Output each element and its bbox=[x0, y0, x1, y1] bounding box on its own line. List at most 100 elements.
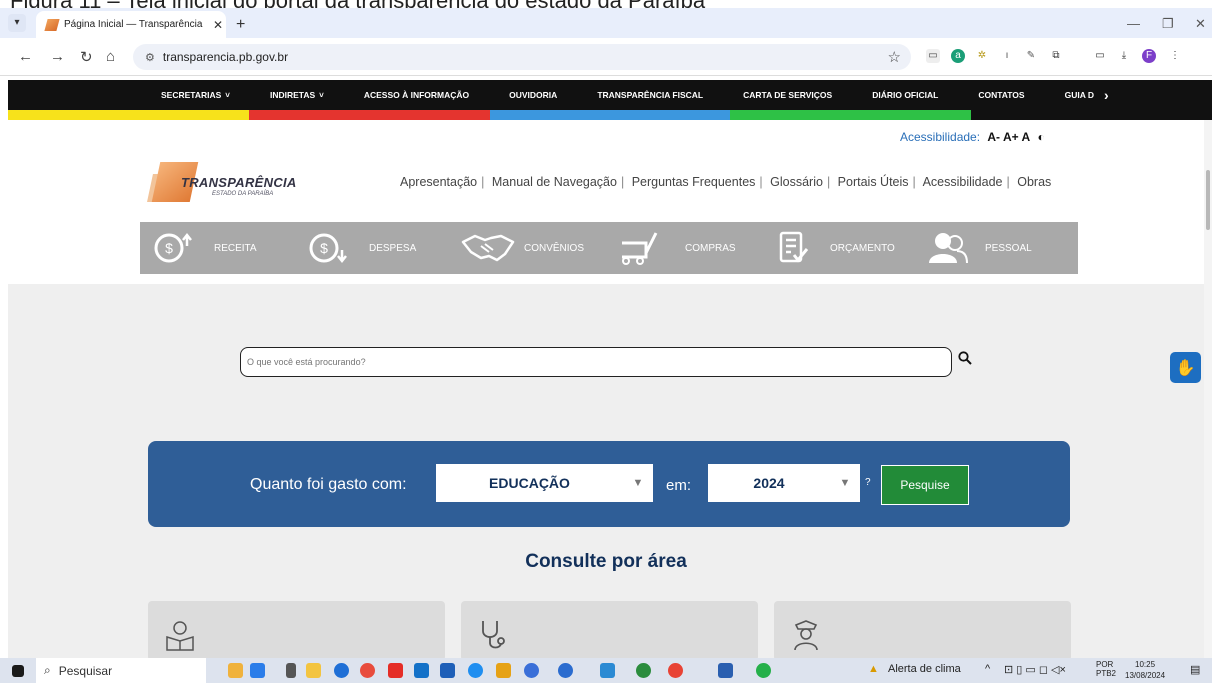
word-icon[interactable] bbox=[440, 663, 455, 678]
extension-green-icon[interactable]: a bbox=[951, 49, 965, 63]
tray-icons[interactable]: ⊡ ▯ ▭ ◻ ◁× bbox=[1004, 663, 1066, 676]
language-indicator[interactable]: POR PTB2 bbox=[1096, 660, 1116, 678]
extension-icon[interactable]: ▭ bbox=[926, 49, 940, 63]
address-bar-row: ← → ↻ ⌂ ⚙ transparencia.pb.gov.br ☆ ▭ a … bbox=[0, 38, 1212, 76]
font-size-controls[interactable]: A- A+ A bbox=[987, 130, 1030, 144]
taskbar-app-icon[interactable] bbox=[360, 663, 375, 678]
extensions-puzzle-icon[interactable]: ⧉ bbox=[1049, 49, 1063, 63]
tab-close-icon[interactable]: ✕ bbox=[210, 18, 226, 32]
money-up-icon: $ bbox=[150, 230, 196, 266]
category-despesa[interactable]: $ DESPESA bbox=[305, 230, 460, 266]
taskbar-clock[interactable]: 10:25 13/08/2024 bbox=[1125, 659, 1165, 681]
forward-icon[interactable]: → bbox=[50, 48, 65, 65]
nav-transparencia-fiscal[interactable]: TRANSPARÊNCIA FISCAL bbox=[597, 90, 703, 100]
link-manual[interactable]: Manual de Navegação bbox=[492, 175, 617, 189]
browser-menu-icon[interactable]: ⋮ bbox=[1168, 49, 1182, 63]
category-compras[interactable]: COMPRAS bbox=[615, 230, 770, 266]
weather-alert[interactable]: Alerta de clima bbox=[888, 663, 961, 675]
nav-diario-oficial[interactable]: DIÁRIO OFICIAL bbox=[872, 90, 938, 100]
windows-start-icon[interactable] bbox=[12, 665, 24, 677]
reload-icon[interactable]: ↻ bbox=[80, 48, 93, 66]
back-icon[interactable]: ← bbox=[18, 48, 33, 65]
bookmark-star-icon[interactable]: ☆ bbox=[888, 48, 901, 66]
site-info-icon[interactable]: ⚙ bbox=[145, 51, 155, 64]
nav-acesso-informacao[interactable]: ACESSO À INFORMAÇÃO bbox=[364, 90, 469, 100]
accessibility-label: Acessibilidade: bbox=[900, 130, 981, 144]
taskbar-app-icon[interactable] bbox=[558, 663, 573, 678]
new-tab-icon[interactable]: + bbox=[236, 16, 245, 34]
nav-guia[interactable]: GUIA D bbox=[1065, 90, 1094, 100]
nav-indiretas[interactable]: INDIRETAS ˅ bbox=[270, 90, 324, 100]
link-obras[interactable]: Obras bbox=[1017, 175, 1051, 189]
taskbar-app-icon[interactable] bbox=[600, 663, 615, 678]
category-label: PESSOAL bbox=[985, 242, 1032, 254]
nav-next-arrow-icon[interactable]: › bbox=[1104, 87, 1109, 103]
taskbar-app-icon[interactable] bbox=[636, 663, 651, 678]
browser-tab[interactable]: Página Inicial — Transparência ✕ bbox=[36, 11, 226, 38]
word-icon[interactable] bbox=[718, 663, 733, 678]
sign-language-icon[interactable]: ✋ bbox=[1170, 352, 1201, 383]
download-icon[interactable]: ⤓ bbox=[1117, 49, 1131, 63]
category-orcamento[interactable]: ORÇAMENTO bbox=[770, 230, 925, 266]
link-acessibilidade[interactable]: Acessibilidade bbox=[923, 175, 1003, 189]
area-card-security[interactable] bbox=[774, 601, 1071, 661]
nav-secretarias[interactable]: SECRETARIAS ˅ bbox=[161, 90, 230, 100]
contrast-icon[interactable]: ◐ bbox=[1038, 130, 1045, 144]
secondary-links: Apresentação | Manual de Navegação | Pergu… bbox=[400, 175, 1052, 189]
taskbar-app-icon[interactable] bbox=[228, 663, 243, 678]
nav-contatos[interactable]: CONTATOS bbox=[978, 90, 1024, 100]
close-window-icon[interactable]: ✕ bbox=[1195, 16, 1206, 32]
whatsapp-icon[interactable] bbox=[756, 663, 771, 678]
link-perguntas[interactable]: Perguntas Frequentes bbox=[632, 175, 756, 189]
extension-bottle-icon[interactable]: ı bbox=[1000, 49, 1014, 63]
task-view-icon[interactable] bbox=[286, 663, 296, 678]
category-pessoal[interactable]: PESSOAL bbox=[925, 230, 1075, 266]
search-icon[interactable] bbox=[958, 351, 972, 369]
page-scrollbar[interactable] bbox=[1204, 120, 1212, 658]
cast-icon[interactable]: ▭ bbox=[1093, 49, 1107, 63]
area-select[interactable]: EDUCAÇÃO ▼ bbox=[436, 464, 653, 502]
outlook-icon[interactable] bbox=[414, 663, 429, 678]
taskbar-search-label: Pesquisar bbox=[58, 663, 113, 678]
extension-pen-icon[interactable]: ✎ bbox=[1024, 49, 1038, 63]
help-mark[interactable]: ? bbox=[865, 477, 871, 488]
tab-search-icon[interactable]: ▾ bbox=[8, 14, 26, 32]
taskbar-search[interactable]: ⌕ Pesquisar bbox=[36, 658, 206, 683]
link-portais[interactable]: Portais Úteis bbox=[838, 175, 909, 189]
os-taskbar: ⌕ Pesquisar ▲ Alerta de clima ^ ⊡ ▯ ▭ ◻ … bbox=[0, 658, 1212, 683]
area-card-education[interactable] bbox=[148, 601, 445, 661]
nav-carta-servicos[interactable]: CARTA DE SERVIÇOS bbox=[743, 90, 832, 100]
pesquise-button[interactable]: Pesquise bbox=[881, 465, 969, 505]
chevron-down-icon: ˅ bbox=[225, 91, 230, 100]
scrollbar-thumb[interactable] bbox=[1206, 170, 1210, 230]
taskbar-app-icon[interactable] bbox=[250, 663, 265, 678]
caret-down-icon: ▼ bbox=[839, 477, 851, 489]
site-logo[interactable]: TRANSPARÊNCIA ESTADO DA PARAÍBA bbox=[147, 160, 300, 205]
maximize-icon[interactable]: ❐ bbox=[1162, 16, 1174, 32]
profile-avatar[interactable]: F bbox=[1142, 49, 1156, 63]
area-card-health[interactable] bbox=[461, 601, 758, 661]
taskbar-app-icon[interactable] bbox=[468, 663, 483, 678]
notifications-icon[interactable]: ▤ bbox=[1190, 663, 1200, 676]
file-explorer-icon[interactable] bbox=[306, 663, 321, 678]
site-top-nav: SECRETARIAS ˅ INDIRETAS ˅ ACESSO À INFORMA… bbox=[8, 80, 1212, 110]
taskbar-app-icon[interactable] bbox=[334, 663, 349, 678]
category-convenios[interactable]: CONVÊNIOS bbox=[460, 230, 615, 266]
checklist-icon bbox=[770, 230, 816, 266]
link-glossario[interactable]: Glossário bbox=[770, 175, 823, 189]
extension-gear-icon[interactable]: ✲ bbox=[975, 49, 989, 63]
chrome-icon[interactable] bbox=[668, 663, 683, 678]
search-input[interactable] bbox=[240, 347, 952, 377]
nav-ouvidoria[interactable]: OUVIDORIA bbox=[509, 90, 557, 100]
link-apresentacao[interactable]: Apresentação bbox=[400, 175, 477, 189]
home-icon[interactable]: ⌂ bbox=[106, 48, 115, 65]
minimize-icon[interactable]: — bbox=[1127, 16, 1140, 31]
youtube-icon[interactable] bbox=[388, 663, 403, 678]
taskbar-app-icon[interactable] bbox=[524, 663, 539, 678]
category-receita[interactable]: $ RECEITA bbox=[150, 230, 305, 266]
url-field[interactable]: ⚙ transparencia.pb.gov.br ☆ bbox=[133, 44, 911, 70]
year-select[interactable]: 2024 ▼ bbox=[708, 464, 860, 502]
spending-question: Quanto foi gasto com: bbox=[250, 476, 407, 493]
taskbar-app-icon[interactable] bbox=[496, 663, 511, 678]
tray-chevron-icon[interactable]: ^ bbox=[985, 663, 990, 675]
